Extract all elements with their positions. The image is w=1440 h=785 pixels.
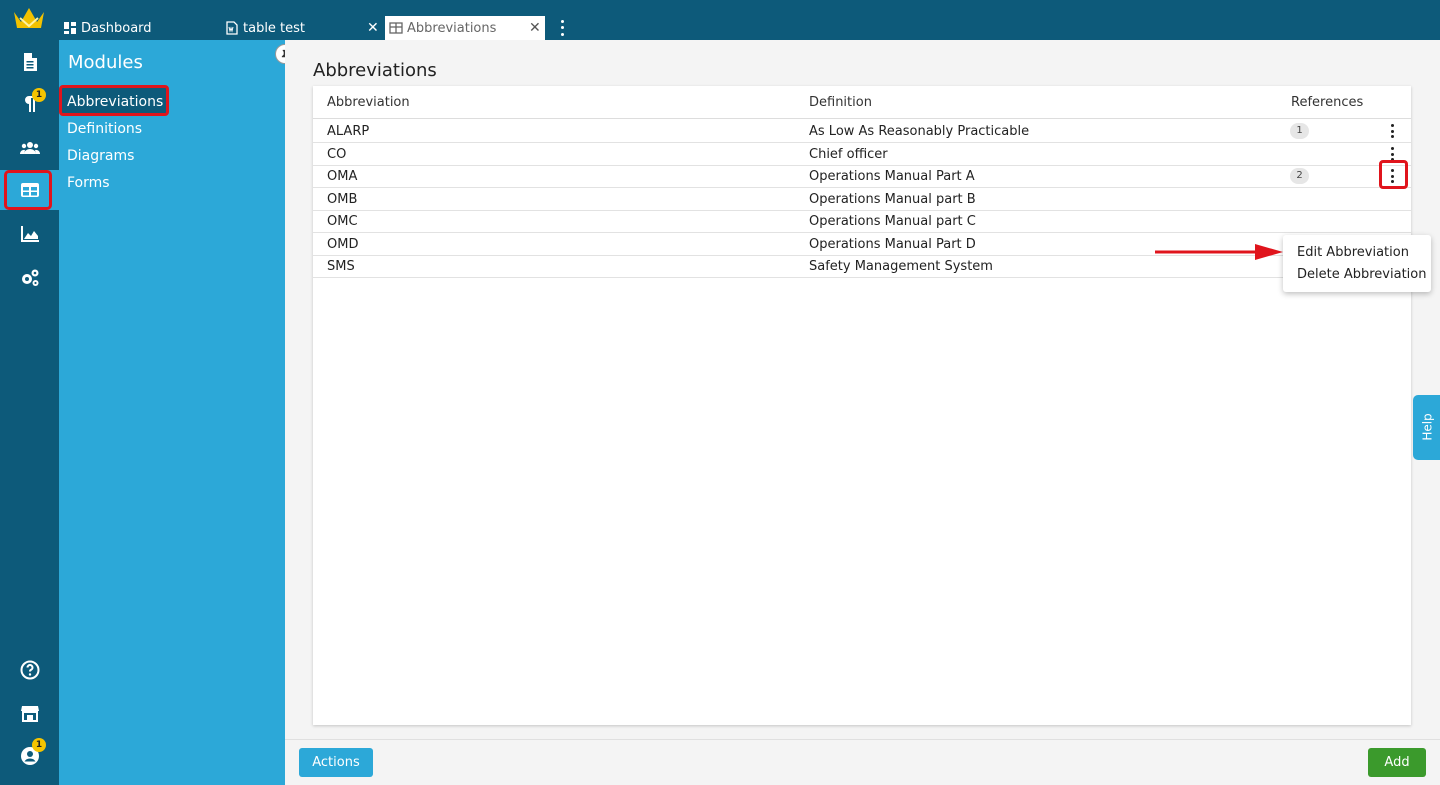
module-item-definitions[interactable]: Definitions: [67, 121, 142, 137]
row-menu-icon[interactable]: [1388, 124, 1396, 138]
table-row[interactable]: OMB Operations Manual part B: [313, 188, 1411, 211]
paragraphs-button[interactable]: 1: [0, 84, 59, 124]
cell-definition: Operations Manual part B: [809, 192, 976, 207]
row-menu-highlight: [1379, 160, 1408, 189]
cell-abbreviation: OMD: [327, 237, 359, 252]
settings-button[interactable]: [0, 258, 59, 298]
tab-bar: Dashboard table test ✕ Abbreviations ✕: [59, 0, 1440, 40]
header-abbreviation[interactable]: Abbreviation: [327, 95, 410, 110]
question-circle-icon: [20, 660, 39, 680]
header-definition[interactable]: Definition: [809, 95, 872, 110]
cell-definition: Chief officer: [809, 147, 888, 162]
tab-label: Abbreviations: [407, 20, 497, 36]
document-icon: [23, 53, 37, 71]
tab-abbreviations[interactable]: Abbreviations ✕: [385, 16, 545, 40]
modules-panel: Modules Abbreviations Definitions Diagra…: [59, 40, 295, 785]
store-icon: [20, 706, 39, 722]
reports-button[interactable]: [0, 214, 59, 254]
row-context-menu: Edit Abbreviation Delete Abbreviation: [1283, 235, 1431, 292]
users-icon: [19, 142, 40, 154]
users-button[interactable]: [0, 128, 59, 168]
modules-button[interactable]: [0, 170, 59, 210]
page-title: Abbreviations: [313, 60, 437, 81]
row-menu-icon[interactable]: [1388, 147, 1396, 161]
main-content: Abbreviations Abbreviation Definition Re…: [285, 40, 1440, 785]
actions-button[interactable]: Actions: [299, 748, 373, 777]
cell-abbreviation: CO: [327, 147, 347, 162]
module-item-forms[interactable]: Forms: [67, 175, 110, 191]
cell-definition: Operations Manual Part D: [809, 237, 976, 252]
profile-button[interactable]: 1: [0, 736, 59, 776]
modules-title: Modules: [68, 52, 143, 73]
table-row[interactable]: CO Chief officer: [313, 143, 1411, 166]
help-button[interactable]: [0, 650, 59, 690]
header-references[interactable]: References: [1291, 95, 1363, 110]
tab-label: Dashboard: [81, 20, 152, 36]
gears-icon: [21, 269, 38, 286]
cell-definition: As Low As Reasonably Practicable: [809, 124, 1030, 139]
delete-abbreviation-menu-item[interactable]: Delete Abbreviation: [1297, 267, 1426, 282]
table-header: Abbreviation Definition References: [313, 86, 1411, 119]
cell-abbreviation: ALARP: [327, 124, 370, 139]
cell-definition: Safety Management System: [809, 259, 993, 274]
icon-rail: 1 1: [0, 0, 59, 785]
close-icon[interactable]: ✕: [529, 20, 541, 36]
cell-definition: Operations Manual part C: [809, 214, 976, 229]
tab-label: table test: [243, 20, 306, 36]
user-badge: 1: [32, 738, 46, 752]
cell-abbreviation: OMA: [327, 169, 358, 184]
bottom-action-bar: Actions Add: [285, 739, 1440, 785]
help-label: Help: [1420, 413, 1435, 441]
references-count: 1: [1290, 123, 1309, 139]
table-row[interactable]: OMA Operations Manual Part A 2: [313, 160, 1411, 189]
cell-abbreviation: SMS: [327, 259, 355, 274]
help-side-tab[interactable]: Help: [1413, 395, 1440, 460]
tab-dashboard[interactable]: Dashboard: [63, 16, 223, 40]
close-icon[interactable]: ✕: [367, 20, 379, 36]
dashboard-icon: [64, 22, 76, 34]
abbreviations-table: Abbreviation Definition References ALARP…: [313, 86, 1431, 725]
table-icon: [389, 22, 403, 34]
word-document-icon: [226, 21, 238, 35]
tab-table-test[interactable]: table test ✕: [225, 16, 383, 40]
crown-logo-icon: [14, 8, 44, 28]
table-row[interactable]: ALARP As Low As Reasonably Practicable 1: [313, 120, 1411, 143]
add-button[interactable]: Add: [1368, 748, 1426, 777]
paragraph-badge: 1: [32, 88, 46, 102]
area-chart-icon: [20, 226, 39, 242]
modules-highlight: [4, 170, 52, 210]
table-row[interactable]: OMC Operations Manual part C: [313, 210, 1411, 233]
cell-definition: Operations Manual Part A: [809, 169, 975, 184]
module-item-diagrams[interactable]: Diagrams: [67, 148, 134, 164]
red-arrow-icon: [1155, 244, 1283, 260]
edit-abbreviation-menu-item[interactable]: Edit Abbreviation: [1297, 245, 1409, 260]
more-tabs-icon[interactable]: [556, 18, 568, 38]
documents-button[interactable]: [0, 42, 59, 82]
references-count: 2: [1290, 168, 1309, 184]
cell-abbreviation: OMC: [327, 214, 358, 229]
cell-abbreviation: OMB: [327, 192, 358, 207]
store-button[interactable]: [0, 693, 59, 733]
module-item-abbreviations[interactable]: Abbreviations: [67, 94, 163, 110]
